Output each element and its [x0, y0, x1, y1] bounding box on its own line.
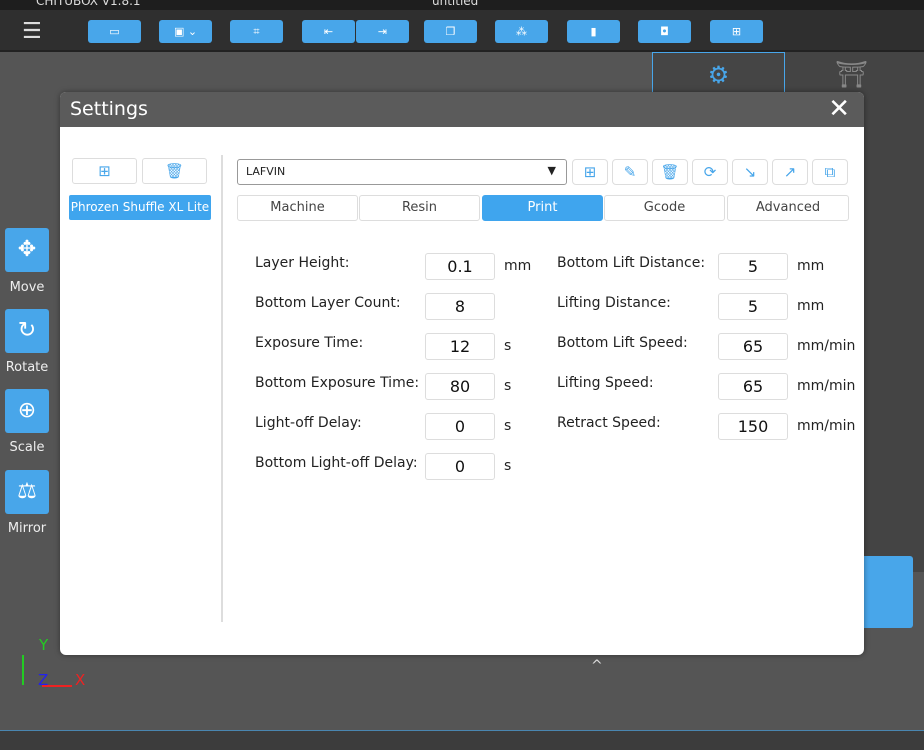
field-input[interactable]: 5	[718, 253, 788, 280]
import-button[interactable]: ⇤	[302, 20, 355, 43]
rotate-button[interactable]: ↻	[5, 309, 49, 353]
crop-button[interactable]: ⌗	[230, 20, 283, 43]
field-input[interactable]: 5	[718, 293, 788, 320]
mirror-label: Mirror	[7, 521, 47, 536]
field-input[interactable]: 65	[718, 333, 788, 360]
menu-icon[interactable]: ☰	[22, 21, 42, 43]
axis-x-line	[42, 685, 72, 687]
field-unit: mm/min	[797, 338, 856, 354]
rotate-label: Rotate	[5, 360, 49, 375]
tab-print[interactable]: Print	[482, 195, 603, 221]
save-button[interactable]: ▣ ⌄	[159, 20, 212, 43]
field-label: Exposure Time:	[255, 335, 364, 351]
field-label: Bottom Exposure Time:	[255, 375, 420, 391]
slice-button[interactable]: ◘	[638, 20, 691, 43]
add-profile-button[interactable]: ⊞	[72, 158, 137, 184]
status-bar	[0, 730, 924, 750]
package-button[interactable]: ⊞	[710, 20, 763, 43]
export-icon[interactable]: ↗	[772, 159, 808, 185]
app-title: CHITUBOX V1.8.1	[36, 0, 141, 8]
settings-dialog: Settings ✕ ⊞ 🗑 Phrozen Shuffle XL Lite L…	[60, 92, 864, 655]
move-button[interactable]: ✥	[5, 228, 49, 272]
field-unit: mm	[797, 298, 825, 314]
expand-up-icon[interactable]: ^	[591, 658, 603, 674]
title-bar: CHITUBOX V1.8.1 untitled	[0, 0, 924, 10]
axis-y: Y	[39, 636, 49, 654]
new-profile-icon[interactable]: ⊞	[572, 159, 608, 185]
field-label: Lifting Speed:	[557, 375, 654, 391]
document-title: untitled	[432, 0, 479, 8]
field-label: Lifting Distance:	[557, 295, 671, 311]
tab-machine[interactable]: Machine	[237, 195, 358, 221]
field-input[interactable]: 0	[425, 453, 495, 480]
field-input[interactable]: 80	[425, 373, 495, 400]
field-input[interactable]: 150	[718, 413, 788, 440]
copy-button[interactable]: ❐	[424, 20, 477, 43]
field-unit: s	[504, 338, 512, 354]
import-icon[interactable]: ↘	[732, 159, 768, 185]
field-label: Layer Height:	[255, 255, 350, 271]
close-icon[interactable]: ✕	[828, 94, 850, 124]
tab-advanced[interactable]: Advanced	[727, 195, 849, 221]
divider	[221, 155, 223, 622]
chevron-down-icon: ▼	[547, 164, 556, 177]
cluster-button[interactable]: ⁂	[495, 20, 548, 43]
profile-item[interactable]: Phrozen Shuffle XL Lite	[69, 195, 211, 220]
mirror-button[interactable]: ⚖	[5, 470, 49, 514]
tab-resin[interactable]: Resin	[359, 195, 480, 221]
field-unit: mm/min	[797, 378, 856, 394]
field-label: Bottom Lift Speed:	[557, 335, 688, 351]
scale-button[interactable]: ⊕	[5, 389, 49, 433]
tab-gcode[interactable]: Gcode	[604, 195, 725, 221]
field-label: Bottom Light-off Delay:	[255, 455, 418, 471]
axis-x: X	[75, 671, 86, 689]
field-unit: s	[504, 418, 512, 434]
export-button[interactable]: ⇥	[356, 20, 409, 43]
field-unit: s	[504, 378, 512, 394]
bottle-button[interactable]: ▮	[567, 20, 620, 43]
move-label: Move	[9, 280, 45, 295]
scale-label: Scale	[9, 440, 45, 455]
field-label: Bottom Lift Distance:	[557, 255, 706, 271]
field-unit: s	[504, 458, 512, 474]
axis-y-line	[22, 655, 24, 685]
field-label: Bottom Layer Count:	[255, 295, 401, 311]
field-input[interactable]: 12	[425, 333, 495, 360]
refresh-icon[interactable]: ⟳	[692, 159, 728, 185]
field-label: Light-off Delay:	[255, 415, 362, 431]
settings-panel-tab[interactable]: ⚙	[652, 52, 785, 96]
field-input[interactable]: 8	[425, 293, 495, 320]
toolbar: ☰ ▭ ▣ ⌄ ⌗ ⇤ ⇥ ❐ ⁂ ▮ ◘ ⊞	[0, 10, 924, 52]
dialog-title: Settings	[60, 92, 864, 127]
export-all-icon[interactable]: ⧉	[812, 159, 848, 185]
field-unit: mm	[504, 258, 532, 274]
field-input[interactable]: 0.1	[425, 253, 495, 280]
resin-select-value: LAFVIN	[246, 165, 286, 178]
delete-icon[interactable]: 🗑	[652, 159, 688, 185]
field-unit: mm/min	[797, 418, 856, 434]
field-unit: mm	[797, 258, 825, 274]
slice-panel-button[interactable]	[861, 556, 913, 628]
field-label: Retract Speed:	[557, 415, 661, 431]
support-tab-icon[interactable]: ⛩	[835, 60, 868, 90]
edit-icon[interactable]: ✎	[612, 159, 648, 185]
field-input[interactable]: 65	[718, 373, 788, 400]
field-input[interactable]: 0	[425, 413, 495, 440]
delete-profile-button[interactable]: 🗑	[142, 158, 207, 184]
resin-select[interactable]: LAFVIN ▼	[237, 159, 567, 185]
open-file-button[interactable]: ▭	[88, 20, 141, 43]
